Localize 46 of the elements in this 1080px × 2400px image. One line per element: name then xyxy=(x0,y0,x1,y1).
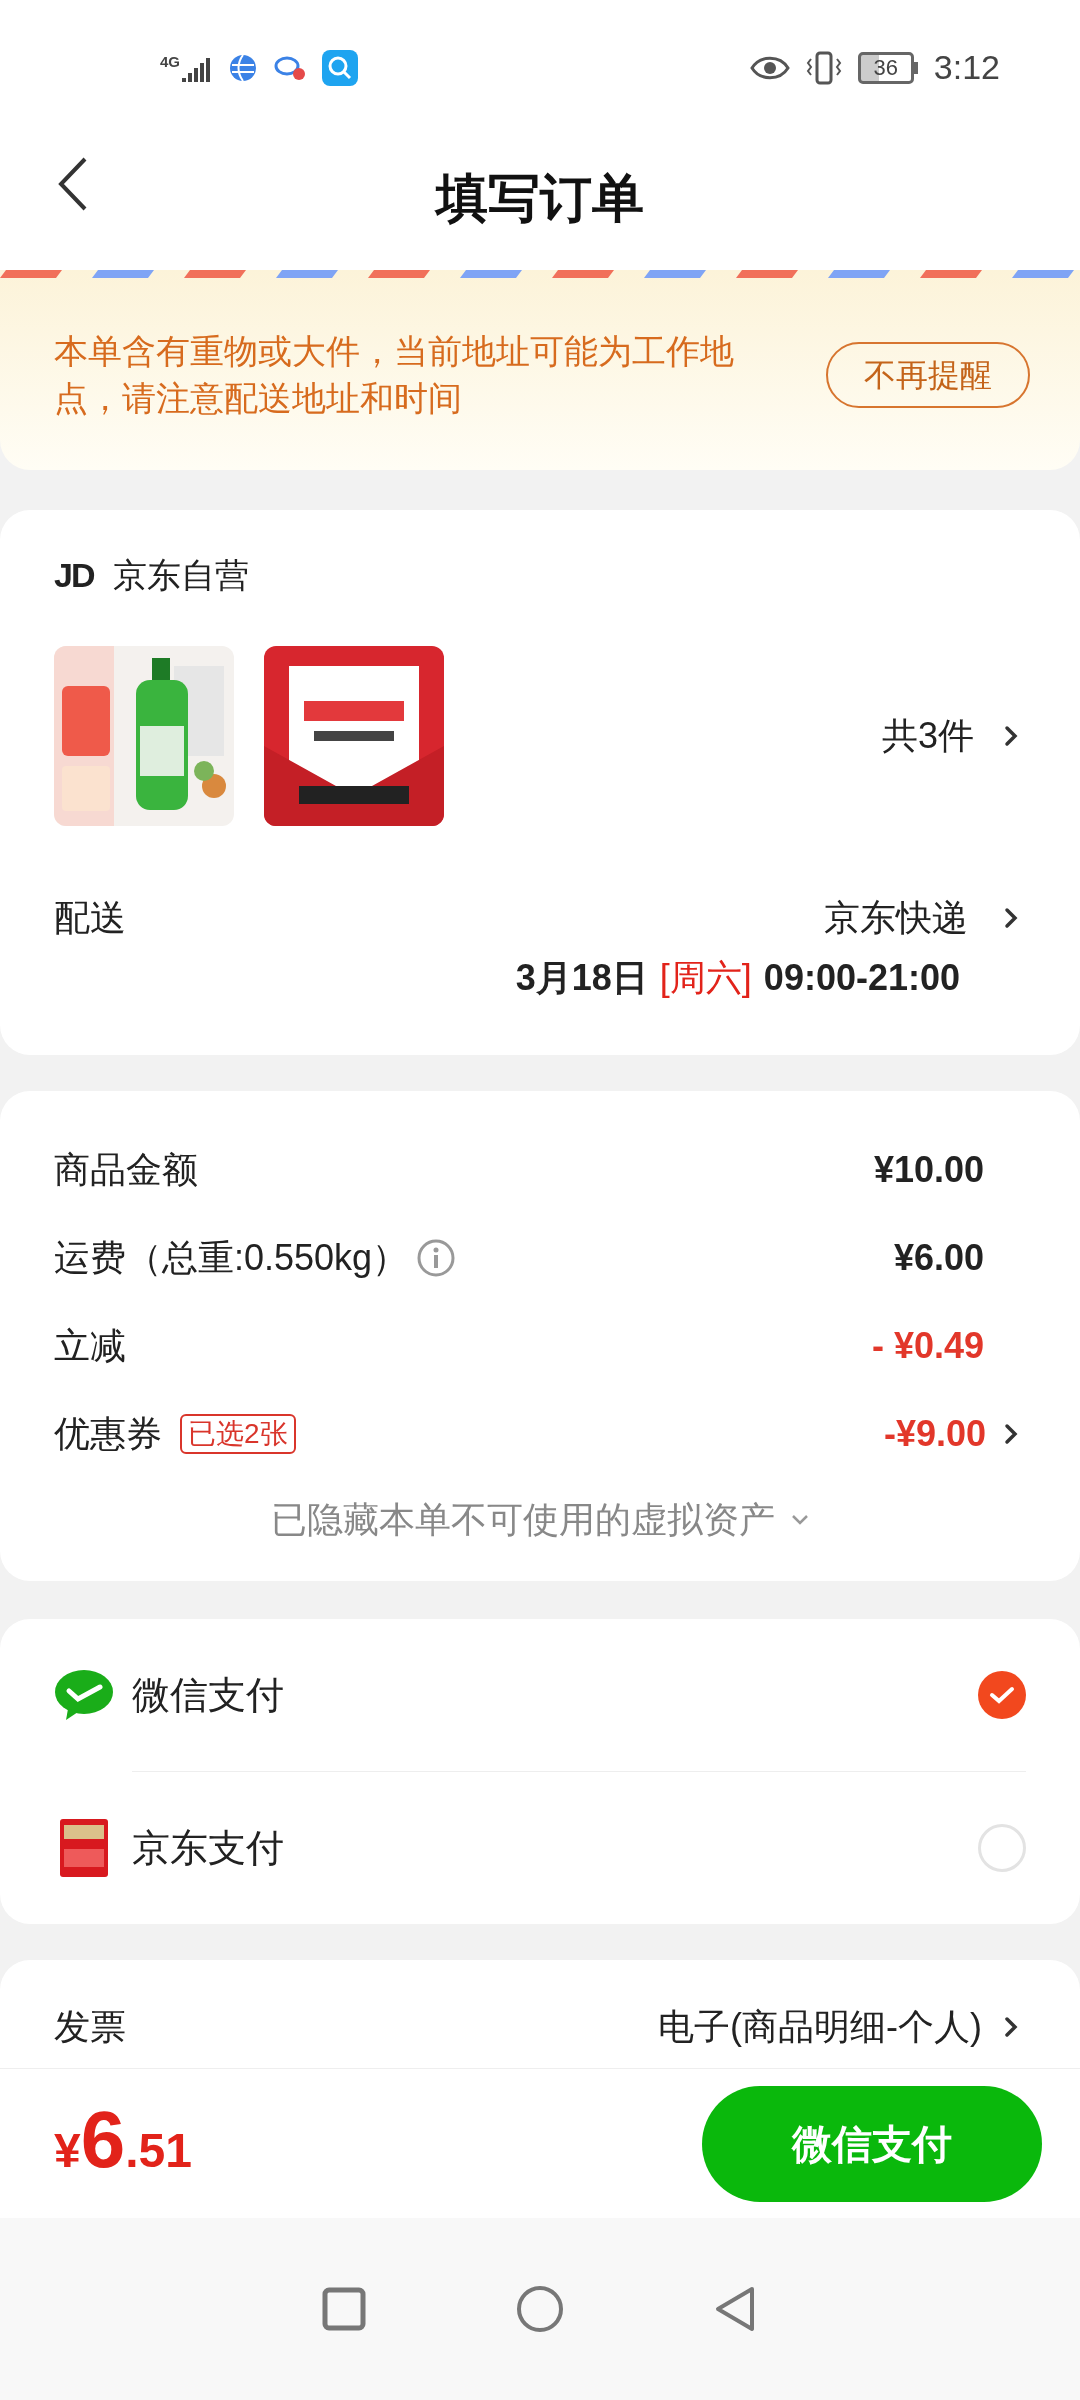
network-label: 4G xyxy=(160,53,180,69)
shop-name: 京东自营 xyxy=(113,555,250,596)
vibrate-icon xyxy=(805,50,842,85)
delivery-label: 配送 xyxy=(54,896,126,940)
fee-label: 商品金额 xyxy=(54,1148,198,1192)
home-nav-icon[interactable] xyxy=(516,2285,564,2333)
chevron-right-icon[interactable] xyxy=(1004,1423,1018,1445)
invoice-link[interactable]: 电子(商品明细-个人) xyxy=(658,2000,1026,2054)
battery-indicator: 36 xyxy=(857,51,918,84)
fee-value: - ¥0.49 xyxy=(871,1324,984,1368)
fee-value: ¥10.00 xyxy=(873,1148,984,1192)
clock: 3:12 xyxy=(933,47,1000,88)
page-title: 填写订单 xyxy=(436,167,644,229)
fee-value: ¥6.00 xyxy=(893,1236,984,1280)
eye-icon xyxy=(749,54,790,81)
delivery-weekday: [周六] xyxy=(659,956,752,1000)
payment-radio[interactable] xyxy=(978,1671,1026,1719)
card-icon xyxy=(60,1819,108,1877)
hidden-assets-text: 已隐藏本单不可使用的虚拟资产 xyxy=(271,1498,775,1542)
invoice-label: 发票 xyxy=(54,2005,126,2049)
fee-value: -¥9.00 xyxy=(883,1412,986,1456)
coupon-tag: 已选2张 xyxy=(180,1414,296,1454)
chevron-right-icon xyxy=(1004,907,1018,929)
payment-option[interactable]: 京东支付 xyxy=(132,1819,284,1877)
shop-logo: JD xyxy=(54,555,94,596)
fee-label: 运费（总重:0.550kg） xyxy=(54,1236,409,1280)
fee-label: 优惠券 xyxy=(54,1412,162,1456)
delivery-date: 3月18日 xyxy=(515,956,648,1000)
info-icon[interactable] xyxy=(416,1238,457,1278)
carrier-link[interactable]: 京东快递 xyxy=(824,891,1026,945)
chat-bubble-check-icon xyxy=(54,1669,114,1721)
search-icon xyxy=(322,49,358,86)
chevron-down-icon[interactable] xyxy=(791,1514,809,1526)
square-nav-icon[interactable] xyxy=(322,2287,366,2331)
dismiss-button[interactable]: 不再提醒 xyxy=(826,342,1030,408)
delivery-time: 09:00-21:00 xyxy=(763,956,960,1000)
globe-icon xyxy=(228,52,258,83)
notice-text: 本单含有重物或大件，当前地址可能为工作地点，请注意配送地址和时间 xyxy=(54,331,735,419)
payment-radio[interactable] xyxy=(978,1824,1026,1872)
fee-label: 立减 xyxy=(54,1324,126,1368)
total-price: ¥6.51 xyxy=(54,2100,192,2186)
chevron-right-icon xyxy=(1004,2016,1018,2038)
check-icon xyxy=(989,1685,1015,1705)
chevron-right-icon xyxy=(1004,725,1018,747)
payment-option[interactable]: 微信支付 xyxy=(132,1666,284,1724)
item-count-link[interactable]: 共3件 xyxy=(881,709,1026,763)
